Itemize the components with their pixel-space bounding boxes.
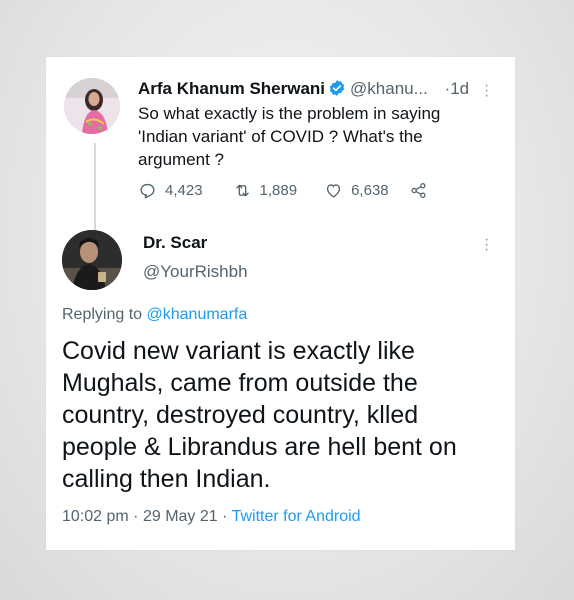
author-handle[interactable]: @khanu... (350, 79, 428, 98)
retweet-count: 1,889 (259, 181, 298, 199)
retweet-icon (235, 184, 249, 196)
avatar-arfa[interactable] (64, 78, 120, 134)
reply-count: 4,423 (165, 181, 203, 199)
replying-to-line: Replying to @khanumarfa (62, 306, 247, 324)
tweet-meta: 10:02 pm · 29 May 21 · Twitter for Andro… (62, 508, 361, 526)
author-name[interactable]: Dr. Scar (143, 233, 207, 253)
tweet-text-line: Mughals, came from outside the (62, 369, 418, 397)
author-name[interactable]: Arfa Khanum Sherwani (138, 79, 325, 98)
heart-icon (326, 183, 341, 198)
verified-badge-icon (328, 79, 346, 97)
tweet2-text: Covid new variant is exactly like Mughal… (62, 335, 502, 495)
avatar-dr-scar[interactable] (62, 230, 122, 290)
tweet-text-line: So what exactly is the problem in saying (138, 104, 441, 123)
meta-dot: · (133, 508, 139, 525)
tweet-time[interactable]: 10:02 pm (62, 508, 129, 525)
reply-button[interactable]: 4,423 (138, 181, 203, 200)
tweet-screenshot-card: Arfa Khanum Sherwani @khanu... · 1d · · · So… (46, 57, 515, 550)
meta-dot: · (222, 508, 228, 525)
tweet-time[interactable]: 1d (450, 79, 469, 98)
share-button[interactable] (409, 181, 428, 200)
retweet-button[interactable]: 1,889 (233, 181, 298, 200)
tweet-text-line: people & Librandus are hell bent on (62, 433, 457, 461)
tweet-date[interactable]: 29 May 21 (143, 508, 218, 525)
tweet1-actions: 4,423 1,889 6,638 (138, 179, 428, 201)
tweet1-text: So what exactly is the problem in saying… (138, 102, 468, 171)
like-count: 6,638 (351, 181, 389, 199)
tweet-text-line: argument ? (138, 150, 224, 169)
tweet-text-line: country, destroyed country, klled (62, 401, 419, 429)
reply-icon (140, 183, 155, 199)
replying-to-handle-link[interactable]: @khanumarfa (147, 306, 248, 323)
share-icon (411, 182, 426, 198)
author-handle[interactable]: @YourRishbh (143, 262, 248, 282)
more-options-icon[interactable]: · · · (484, 232, 489, 258)
tweet-text-line: Covid new variant is exactly like (62, 337, 415, 365)
tweet-text-line: 'Indian variant' of COVID ? What's the (138, 127, 423, 146)
tweet1-header: Arfa Khanum Sherwani @khanu... ·1d (138, 79, 469, 99)
more-options-icon[interactable]: · · · (484, 78, 489, 104)
tweet-text-line: calling then Indian. (62, 465, 271, 493)
replying-prefix: Replying to (62, 306, 143, 323)
like-button[interactable]: 6,638 (324, 181, 389, 200)
tweet-source-link[interactable]: Twitter for Android (232, 508, 361, 525)
